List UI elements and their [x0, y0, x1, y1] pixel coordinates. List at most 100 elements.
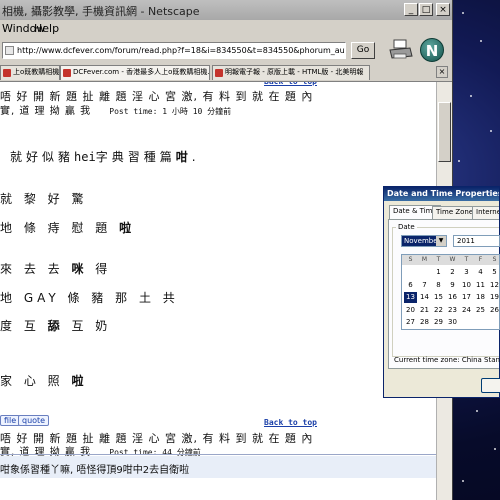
year-value: 2011: [457, 237, 475, 245]
post-time: Post time: 1 小時 10 分鐘前: [109, 107, 232, 116]
star: [490, 130, 492, 132]
weekday-label: F: [478, 256, 483, 263]
year-spinner[interactable]: 2011: [453, 235, 500, 247]
divider: [0, 454, 436, 455]
tab-label: 上o既教購相機...: [13, 68, 60, 76]
date-group-label: Date: [396, 223, 417, 231]
reply-preview: 咁象係習種丫嘛, 唔怪得頂9咁中2去自衛啦: [0, 456, 436, 478]
post-meta: 實, 道 理 拗 贏 我 Post time: 1 小時 10 分鐘前: [0, 102, 231, 117]
calendar-day[interactable]: 23: [446, 305, 459, 316]
title-bar[interactable]: 相機, 攝影教學, 手機資訊網 - Netscape _ □ ×: [0, 0, 452, 20]
current-timezone: Current time zone: China Standard: [394, 356, 500, 364]
maximize-button[interactable]: □: [419, 3, 433, 16]
calendar-day[interactable]: 19: [488, 292, 500, 303]
tab-bar: 上o既教購相機... DCFever.com - 香港最多人上o既教購相機...…: [0, 64, 452, 82]
calendar-day[interactable]: 26: [488, 305, 500, 316]
star: [494, 448, 496, 450]
star: [470, 95, 472, 97]
back-to-top-link[interactable]: Back to top: [264, 82, 317, 86]
calendar-day[interactable]: 2: [446, 267, 459, 278]
star: [458, 160, 460, 162]
weekday-label: S: [408, 256, 413, 263]
body-line: 地 條 痔 慰 題 啦: [0, 221, 136, 235]
address-bar: http://www.dcfever.com/forum/read.php?f=…: [0, 38, 452, 62]
calendar-day[interactable]: 12: [488, 280, 500, 291]
calendar-day[interactable]: 25: [474, 305, 487, 316]
body-line: 地 GAY 條 豬 那 土 共: [0, 291, 179, 305]
tab-1[interactable]: 上o既教購相機...: [0, 65, 60, 80]
calendar-day[interactable]: 17: [460, 292, 473, 303]
calendar-day[interactable]: 20: [404, 305, 417, 316]
scrollbar-thumb[interactable]: [438, 102, 451, 162]
calendar-day[interactable]: 14: [418, 292, 431, 303]
tab-2[interactable]: DCFever.com - 香港最多人上o既教購相機...: [60, 65, 210, 80]
weekday-label: S: [492, 256, 497, 263]
tab-favicon-icon: [3, 69, 11, 77]
calendar-day[interactable]: 28: [418, 317, 431, 328]
url-text: http://www.dcfever.com/forum/read.php?f=…: [17, 46, 345, 55]
post-actions: file quote Back to top: [0, 414, 436, 428]
close-tab-button[interactable]: ×: [436, 66, 448, 78]
quote-button[interactable]: quote: [18, 415, 50, 426]
tab-favicon-icon: [215, 69, 223, 77]
weekday-label: M: [421, 256, 428, 263]
print-icon[interactable]: [388, 38, 414, 62]
url-input[interactable]: http://www.dcfever.com/forum/read.php?f=…: [2, 42, 346, 59]
calendar-day[interactable]: 7: [418, 280, 431, 291]
calendar-day[interactable]: 21: [418, 305, 431, 316]
calendar-day[interactable]: 16: [446, 292, 459, 303]
calendar-grid: S M T W T F S 1 2 3 4 5 6 7 8 9 10 11 12 13 14 15 16 17 18 19 20 21…: [401, 254, 500, 330]
calendar-day[interactable]: 9: [446, 280, 459, 291]
calendar-day[interactable]: 5: [488, 267, 500, 278]
star: [462, 480, 464, 482]
month-select[interactable]: November ▼: [401, 235, 447, 247]
body-line: 家 心 照 啦: [0, 374, 88, 388]
calendar-day[interactable]: 6: [404, 280, 417, 291]
minimize-button[interactable]: _: [404, 3, 418, 16]
calendar-day[interactable]: 24: [460, 305, 473, 316]
weekday-label: T: [436, 256, 441, 263]
body-line: 就 黎 好 驚: [0, 192, 88, 206]
calendar-day[interactable]: 22: [432, 305, 445, 316]
body-line: 度 互 舔 互 奶: [0, 319, 112, 333]
calendar-day[interactable]: 18: [474, 292, 487, 303]
calendar-day[interactable]: 4: [474, 267, 487, 278]
menu-help[interactable]: Help: [34, 22, 59, 35]
calendar-day[interactable]: 1: [432, 267, 445, 278]
page-content: Back to top 唔 好 開 新 題 扯 離 題 淫 心 宮 激, 有 料…: [0, 82, 436, 500]
ok-button[interactable]: [481, 378, 500, 393]
page-icon: [5, 46, 14, 55]
weekday-label: T: [464, 256, 469, 263]
post-signature-2: 實, 道 理 拗 贏 我: [0, 106, 92, 117]
calendar-day[interactable]: 27: [404, 317, 417, 328]
calendar-day[interactable]: 11: [474, 280, 487, 291]
dialog-title[interactable]: Date and Time Properties: [384, 187, 499, 201]
close-button[interactable]: ×: [436, 3, 450, 16]
body-line: 就好似豬hei字典習種篇咁.: [10, 150, 200, 164]
chevron-down-icon[interactable]: ▼: [436, 236, 446, 246]
calendar-day[interactable]: 3: [460, 267, 473, 278]
calendar-day[interactable]: 10: [460, 280, 473, 291]
tab-label: DCFever.com - 香港最多人上o既教購相機...: [73, 68, 210, 76]
calendar-day[interactable]: 29: [432, 317, 445, 328]
month-value: November: [404, 237, 441, 245]
weekday-label: W: [449, 256, 456, 263]
tab-time-zone[interactable]: Time Zone: [432, 206, 478, 219]
tab-internet[interactable]: Internet: [472, 206, 499, 219]
calendar-day[interactable]: 13: [404, 292, 417, 303]
tab-3[interactable]: 明報電子報 - 原版上載 - HTML版 - 北美明報: [212, 65, 370, 80]
netscape-logo-icon[interactable]: N: [420, 38, 444, 62]
calendar-day[interactable]: 15: [432, 292, 445, 303]
calendar-day[interactable]: 30: [446, 317, 459, 328]
window-title: 相機, 攝影教學, 手機資訊網 - Netscape: [2, 5, 200, 18]
body-line: 來 去 去 咪 得: [0, 262, 112, 276]
star: [476, 410, 478, 412]
tab-label: 明報電子報 - 原版上載 - HTML版 - 北美明報: [225, 68, 364, 76]
menu-bar: Window Help: [0, 20, 452, 37]
tab-favicon-icon: [63, 69, 71, 77]
star: [480, 40, 482, 42]
back-to-top-link[interactable]: Back to top: [264, 418, 317, 427]
reply-text: 咁象係習種丫嘛, 唔怪得頂9咁中2去自衛啦: [0, 465, 190, 476]
calendar-day[interactable]: 8: [432, 280, 445, 291]
go-button[interactable]: Go: [351, 42, 375, 59]
